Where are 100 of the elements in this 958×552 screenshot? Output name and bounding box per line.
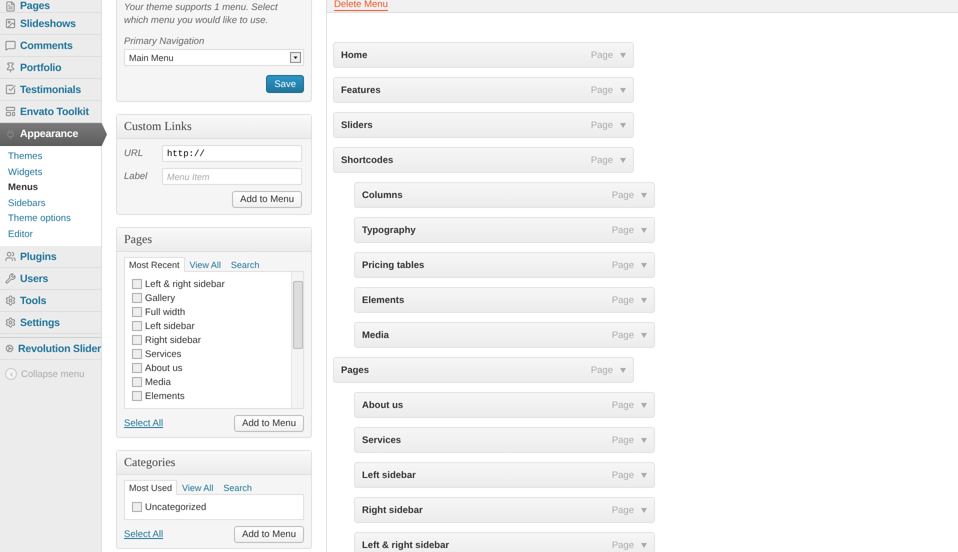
checkbox[interactable] bbox=[132, 279, 142, 289]
tab[interactable]: View All bbox=[184, 257, 226, 272]
pin-icon bbox=[5, 62, 16, 73]
sidebar-item[interactable]: Appearance bbox=[0, 123, 107, 146]
menu-item[interactable]: Typography Page bbox=[354, 217, 655, 243]
dropdown-icon[interactable] bbox=[290, 52, 301, 63]
menu-item[interactable]: Shortcodes Page bbox=[333, 147, 634, 173]
field-label: Label bbox=[124, 171, 148, 182]
users-icon bbox=[5, 251, 16, 262]
gear-icon bbox=[5, 343, 14, 354]
menu-item[interactable]: Sliders Page bbox=[333, 112, 634, 138]
menu-item[interactable]: Pages Page bbox=[333, 357, 634, 383]
menu-select[interactable]: Main Menu bbox=[124, 49, 304, 66]
caret-icon[interactable] bbox=[641, 402, 647, 408]
menu-item[interactable]: Home Page bbox=[333, 42, 634, 68]
caret-icon[interactable] bbox=[641, 472, 647, 478]
save-button[interactable]: Save bbox=[266, 75, 304, 93]
checkbox[interactable] bbox=[132, 335, 142, 345]
tab[interactable]: Search bbox=[218, 480, 257, 495]
caret-icon[interactable] bbox=[641, 298, 647, 302]
caret-icon[interactable] bbox=[620, 368, 626, 372]
sidebar-item[interactable]: Tools bbox=[0, 290, 101, 312]
item-type: Page bbox=[612, 434, 634, 446]
page-icon bbox=[5, 1, 16, 12]
speech-bubble-icon bbox=[5, 40, 16, 51]
checkbox[interactable] bbox=[132, 349, 142, 359]
caret-icon[interactable] bbox=[641, 192, 647, 198]
tab[interactable]: Search bbox=[226, 257, 264, 272]
caret-icon[interactable] bbox=[641, 542, 647, 548]
sidebar-item[interactable]: Testimonials bbox=[0, 79, 101, 101]
checkbox[interactable] bbox=[132, 293, 142, 303]
checkbox[interactable] bbox=[132, 307, 142, 317]
submenu-item[interactable]: Sidebars bbox=[0, 196, 101, 211]
input-field[interactable]: http:// bbox=[162, 145, 302, 162]
menu-item[interactable]: Pricing tables Page bbox=[354, 252, 655, 278]
caret-icon[interactable] bbox=[620, 122, 626, 128]
item-type: Page bbox=[612, 504, 634, 516]
checkbox[interactable] bbox=[132, 377, 142, 387]
item-type: Page bbox=[612, 470, 634, 480]
submenu-item[interactable]: Menus bbox=[0, 180, 101, 196]
submenu-item[interactable]: Widgets bbox=[0, 164, 101, 180]
add-to-menu-button[interactable]: Add to Menu bbox=[234, 415, 304, 432]
select-label: Primary Navigation bbox=[124, 36, 206, 47]
submenu-item[interactable]: Themes bbox=[0, 149, 101, 164]
select-all-link[interactable]: Select All bbox=[124, 418, 164, 429]
sidebar-item[interactable]: Pages bbox=[0, 0, 101, 13]
checkbox-item[interactable]: About us bbox=[132, 361, 284, 375]
checkbox-item[interactable]: Left sidebar bbox=[132, 319, 284, 333]
menu-item[interactable]: Left & right sidebar Page bbox=[354, 532, 655, 552]
checkbox-item[interactable]: Media bbox=[132, 375, 284, 389]
sidebar-item[interactable]: Portfolio bbox=[0, 57, 101, 79]
sidebar-item[interactable]: Users bbox=[0, 268, 101, 290]
sidebar-item[interactable]: Comments bbox=[0, 35, 101, 57]
add-to-menu-button[interactable]: Add to Menu bbox=[234, 526, 304, 543]
caret-icon[interactable] bbox=[641, 228, 647, 232]
checkbox-icon bbox=[5, 84, 16, 95]
caret-icon[interactable] bbox=[620, 158, 626, 162]
input-field[interactable]: Menu Item bbox=[162, 168, 302, 185]
checkbox-item[interactable]: Right sidebar bbox=[132, 333, 284, 347]
checkbox-item[interactable]: Elements bbox=[132, 389, 284, 403]
checkbox-item[interactable]: Uncategorized bbox=[132, 500, 296, 514]
menu-item[interactable]: Elements Page bbox=[354, 287, 655, 313]
menu-item[interactable]: Services Page bbox=[354, 427, 655, 453]
menu-item[interactable]: About us Page bbox=[354, 392, 655, 418]
submenu-item[interactable]: Editor bbox=[0, 226, 101, 242]
checkbox[interactable] bbox=[132, 502, 142, 512]
select-all-link[interactable]: Select All bbox=[124, 529, 164, 540]
tab[interactable]: Most Recent bbox=[124, 257, 185, 272]
submenu-item[interactable]: Theme options bbox=[0, 211, 101, 226]
add-to-menu-button[interactable]: Add to Menu bbox=[232, 191, 302, 208]
caret-icon[interactable] bbox=[641, 332, 647, 338]
caret-icon[interactable] bbox=[641, 262, 647, 268]
checkbox-item[interactable]: Left & right sidebar bbox=[132, 277, 284, 291]
sidebar-item[interactable]: Slideshows bbox=[0, 13, 101, 35]
checkbox-item[interactable]: Services bbox=[132, 347, 284, 361]
menu-item[interactable]: Columns Page bbox=[354, 182, 655, 208]
item-type: Page bbox=[612, 400, 634, 410]
caret-icon[interactable] bbox=[641, 508, 647, 512]
checkbox-item[interactable]: Gallery bbox=[132, 291, 284, 305]
caret-icon[interactable] bbox=[641, 438, 647, 442]
checkbox[interactable] bbox=[132, 363, 142, 373]
menu-item[interactable]: Features Page bbox=[333, 77, 634, 103]
item-type: Page bbox=[612, 190, 634, 200]
tab[interactable]: View All bbox=[177, 480, 218, 495]
checkbox[interactable] bbox=[132, 321, 142, 331]
menu-item[interactable]: Left sidebar Page bbox=[354, 462, 655, 488]
item-type: Page bbox=[612, 224, 634, 236]
sidebar-item[interactable]: Revolution Slider bbox=[0, 337, 101, 360]
field-label: URL bbox=[124, 148, 144, 159]
collapse-icon bbox=[5, 368, 17, 380]
sidebar-item[interactable]: Settings bbox=[0, 312, 101, 334]
caret-icon[interactable] bbox=[620, 88, 626, 92]
menu-item[interactable]: Right sidebar Page bbox=[354, 497, 655, 523]
tab[interactable]: Most Used bbox=[124, 480, 178, 495]
settings-icon bbox=[5, 295, 16, 306]
menu-item[interactable]: Media Page bbox=[354, 322, 655, 348]
checkbox[interactable] bbox=[132, 391, 142, 401]
checkbox-item[interactable]: Full width bbox=[132, 305, 284, 319]
sidebar-item[interactable]: Plugins bbox=[0, 246, 101, 268]
caret-icon[interactable] bbox=[620, 52, 626, 58]
